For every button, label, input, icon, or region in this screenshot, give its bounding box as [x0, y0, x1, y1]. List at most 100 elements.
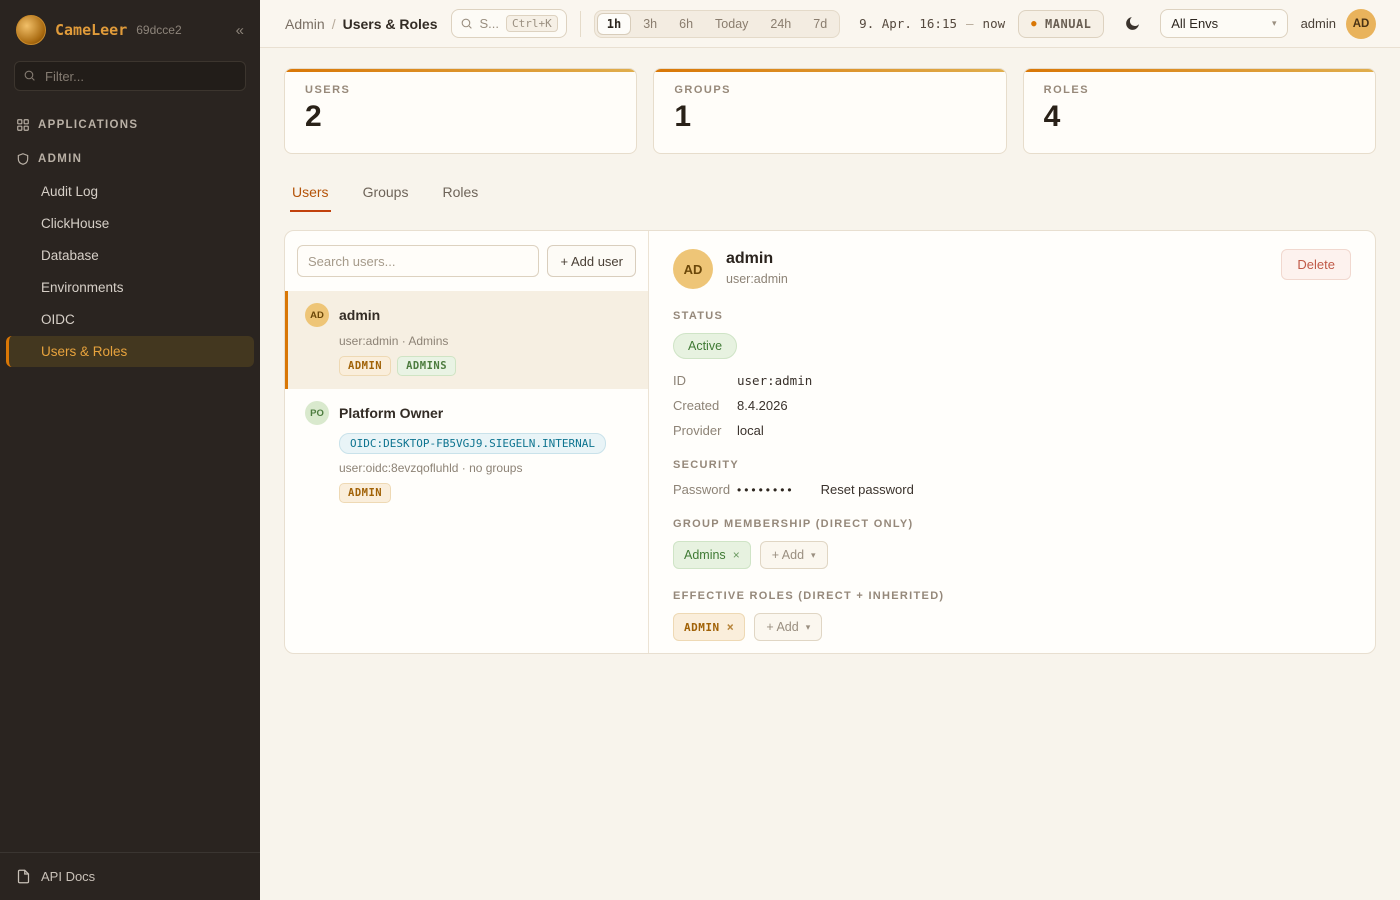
- search-icon: [460, 17, 473, 30]
- time-range-today[interactable]: Today: [705, 13, 758, 35]
- sidebar-item-environments[interactable]: Environments: [6, 272, 254, 303]
- role-badge-admin: ADMIN: [339, 356, 391, 376]
- user-item-badges: ADMIN: [339, 483, 634, 503]
- user-fields: ID user:admin Created 8.4.2026 Provider …: [673, 373, 1351, 438]
- user-list: + Add user AD admin user:admin · Admins …: [285, 231, 649, 653]
- time-separator: —: [966, 16, 974, 31]
- add-group-button[interactable]: + Add ▾: [760, 541, 828, 569]
- environment-value: All Envs: [1171, 16, 1218, 31]
- field-label: ID: [673, 373, 737, 388]
- user-menu[interactable]: admin AD: [1301, 9, 1376, 39]
- password-label: Password: [673, 482, 737, 497]
- stat-card-groups: GROUPS 1: [653, 68, 1006, 154]
- breadcrumb-separator: /: [332, 16, 336, 32]
- document-icon: [16, 869, 31, 884]
- user-item-name: admin: [339, 307, 380, 323]
- moon-icon: [1124, 15, 1141, 32]
- time-range-3h[interactable]: 3h: [633, 13, 667, 35]
- chevron-down-icon: ▾: [806, 622, 811, 633]
- security-section-heading: SECURITY: [673, 459, 1351, 471]
- breadcrumb: Admin / Users & Roles: [285, 16, 438, 32]
- user-list-item-platform-owner[interactable]: PO Platform Owner OIDC:DESKTOP-FB5VGJ9.S…: [285, 389, 648, 516]
- add-group-label: + Add: [772, 548, 804, 562]
- field-row-provider: Provider local: [673, 423, 1351, 438]
- user-item-head: PO Platform Owner: [305, 401, 634, 425]
- status-badge: Active: [673, 333, 737, 359]
- page-content: USERS 2 GROUPS 1 ROLES 4 Users Groups Ro…: [260, 48, 1400, 900]
- avatar: AD: [1346, 9, 1376, 39]
- field-value: user:admin: [737, 373, 812, 388]
- environment-select[interactable]: All Envs ▾: [1160, 9, 1287, 38]
- user-item-name: Platform Owner: [339, 405, 443, 421]
- groups-section-heading: GROUP MEMBERSHIP (DIRECT ONLY): [673, 518, 1351, 530]
- user-list-item-admin[interactable]: AD admin user:admin · Admins ADMIN ADMIN…: [285, 291, 648, 389]
- search-users-input[interactable]: [297, 245, 539, 277]
- header-divider: [580, 11, 581, 37]
- group-badge-admins: ADMINS: [397, 356, 456, 376]
- sidebar-item-clickhouse[interactable]: ClickHouse: [6, 208, 254, 239]
- add-role-button[interactable]: + Add ▾: [754, 613, 822, 641]
- stat-label: GROUPS: [674, 84, 985, 96]
- sidebar-item-users-roles[interactable]: Users & Roles: [6, 336, 254, 367]
- refresh-mode-button[interactable]: ● MANUAL: [1018, 10, 1104, 38]
- time-display[interactable]: 9. Apr. 16:15 — now: [859, 16, 1005, 31]
- app-name[interactable]: CameLeer: [55, 21, 127, 39]
- remove-role-icon[interactable]: ×: [727, 620, 735, 634]
- time-range-6h[interactable]: 6h: [669, 13, 703, 35]
- sidebar: CameLeer 69dcce2 « APPLICATIONS ADMIN Au…: [0, 0, 260, 900]
- password-masked-value: ••••••••: [737, 483, 795, 497]
- dark-mode-toggle[interactable]: [1117, 9, 1147, 39]
- field-row-created: Created 8.4.2026: [673, 398, 1351, 413]
- sidebar-section-admin[interactable]: ADMIN: [0, 141, 260, 175]
- field-value: local: [737, 423, 764, 438]
- global-search-button[interactable]: S... Ctrl+K: [451, 9, 567, 38]
- time-range-7d[interactable]: 7d: [803, 13, 837, 35]
- status-section-heading: STATUS: [673, 310, 1351, 322]
- sidebar-collapse-icon[interactable]: «: [236, 22, 244, 39]
- time-range-picker: 1h 3h 6h Today 24h 7d: [594, 10, 840, 38]
- stat-card-users: USERS 2: [284, 68, 637, 154]
- tab-groups[interactable]: Groups: [361, 176, 411, 212]
- stat-value: 2: [305, 100, 616, 134]
- tab-users[interactable]: Users: [290, 176, 331, 212]
- sidebar-item-oidc[interactable]: OIDC: [6, 304, 254, 335]
- sidebar-item-database[interactable]: Database: [6, 240, 254, 271]
- group-chip-admins: Admins ×: [673, 541, 751, 569]
- sidebar-filter-input[interactable]: [14, 61, 246, 91]
- section-label: APPLICATIONS: [38, 119, 138, 131]
- stat-value: 4: [1044, 100, 1355, 134]
- time-range-1h[interactable]: 1h: [597, 13, 631, 35]
- top-header: Admin / Users & Roles S... Ctrl+K 1h 3h …: [260, 0, 1400, 48]
- add-user-button[interactable]: + Add user: [547, 245, 636, 277]
- user-list-toolbar: + Add user: [285, 231, 648, 291]
- avatar: AD: [673, 249, 713, 289]
- time-range-24h[interactable]: 24h: [760, 13, 801, 35]
- tab-roles[interactable]: Roles: [440, 176, 480, 212]
- reset-password-button[interactable]: Reset password: [821, 482, 914, 497]
- breadcrumb-admin[interactable]: Admin: [285, 16, 325, 32]
- user-detail-title: admin user:admin: [726, 249, 788, 286]
- search-shortcut-kbd: Ctrl+K: [506, 15, 558, 32]
- stat-label: ROLES: [1044, 84, 1355, 96]
- role-chip-label: ADMIN: [684, 621, 720, 634]
- role-badge-admin: ADMIN: [339, 483, 391, 503]
- group-chip-label: Admins: [684, 548, 726, 562]
- chevron-down-icon: ▾: [1272, 18, 1277, 29]
- user-item-head: AD admin: [305, 303, 634, 327]
- api-docs-link[interactable]: API Docs: [0, 852, 260, 900]
- password-row: Password •••••••• Reset password: [673, 482, 1351, 497]
- time-end: now: [983, 16, 1006, 31]
- sidebar-item-audit-log[interactable]: Audit Log: [6, 176, 254, 207]
- app-build-id: 69dcce2: [136, 23, 181, 37]
- app-logo-icon[interactable]: [16, 15, 46, 45]
- stat-label: USERS: [305, 84, 616, 96]
- remove-group-icon[interactable]: ×: [733, 548, 740, 562]
- user-detail-header: AD admin user:admin Delete: [673, 249, 1351, 289]
- field-label: Created: [673, 398, 737, 413]
- delete-user-button[interactable]: Delete: [1281, 249, 1351, 280]
- users-panel: + Add user AD admin user:admin · Admins …: [284, 230, 1376, 654]
- grid-icon: [16, 118, 30, 132]
- sidebar-section-applications[interactable]: APPLICATIONS: [0, 107, 260, 141]
- main-area: Admin / Users & Roles S... Ctrl+K 1h 3h …: [260, 0, 1400, 900]
- sidebar-admin-items: Audit Log ClickHouse Database Environmen…: [0, 175, 260, 374]
